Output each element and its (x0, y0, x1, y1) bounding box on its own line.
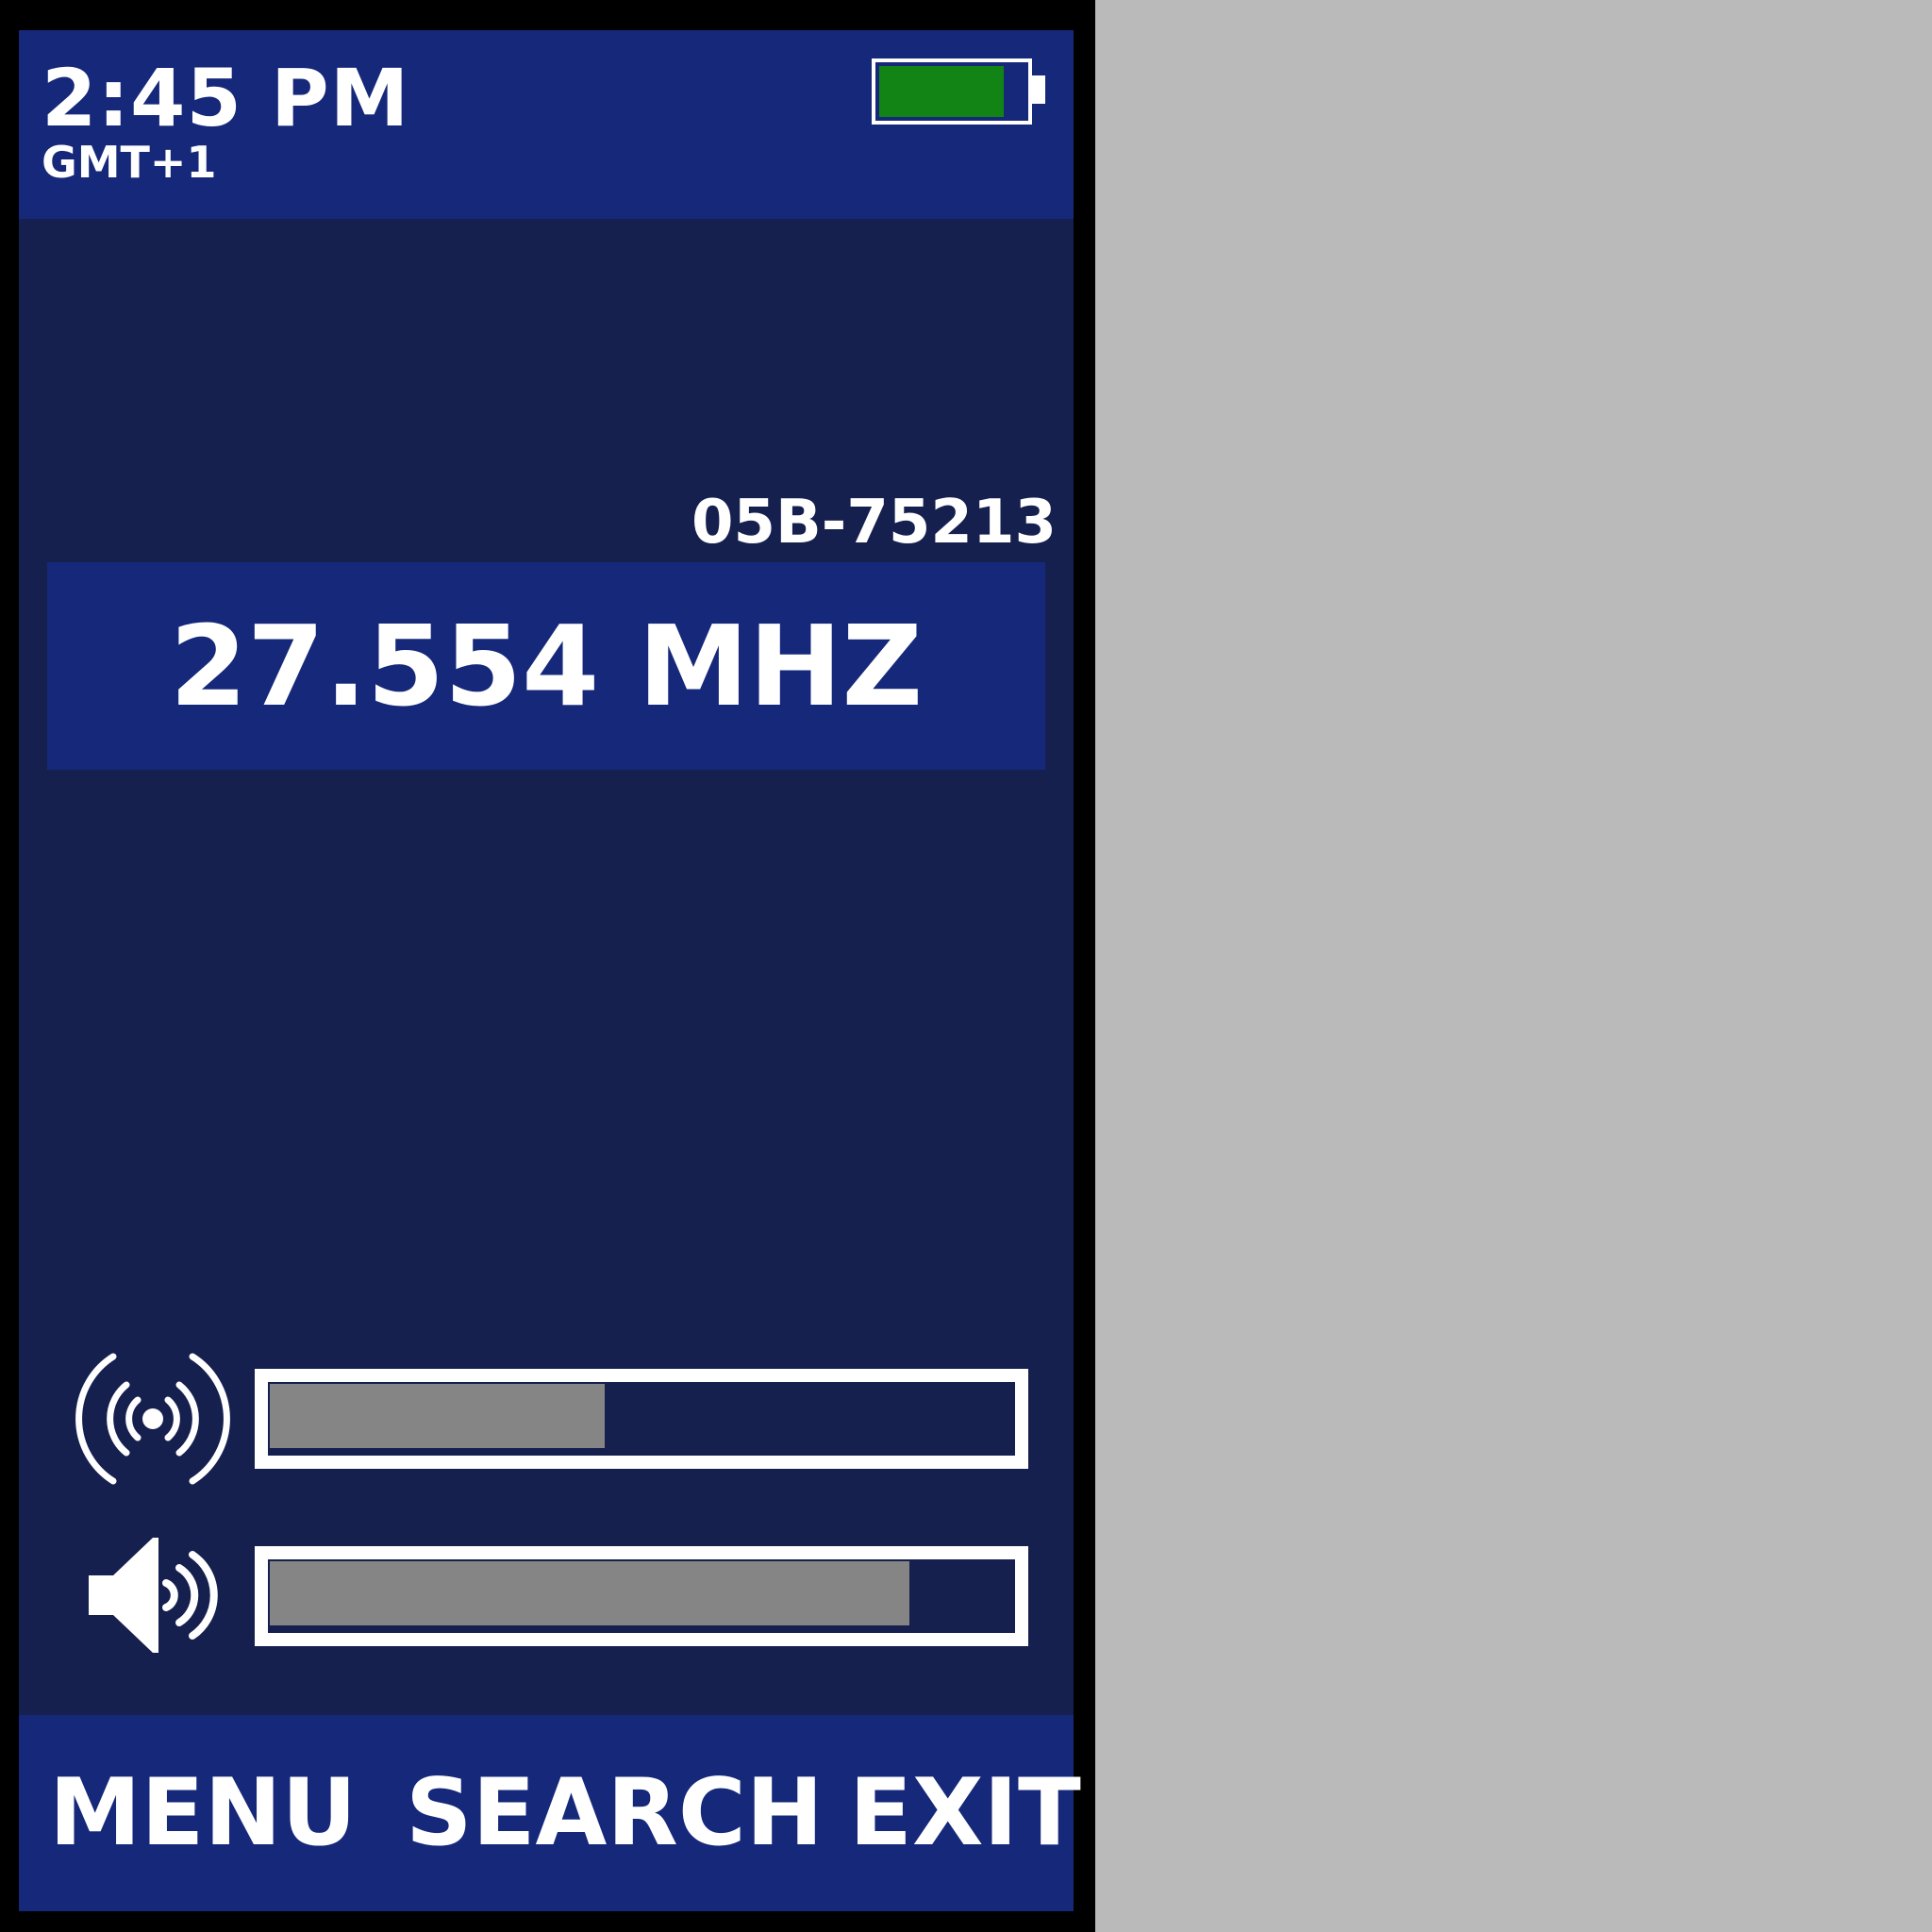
volume-meter[interactable] (255, 1546, 1028, 1646)
signal-icon (75, 1353, 230, 1485)
battery-level-fill (879, 66, 1004, 117)
menu-button[interactable]: MENU (49, 1715, 357, 1911)
frequency-display: 27.554 MHZ (47, 562, 1045, 770)
frequency-value: 27.554 MHZ (169, 601, 924, 731)
search-button[interactable]: SEARCH (406, 1715, 824, 1911)
timezone-label: GMT+1 (42, 137, 217, 188)
softkey-bar: MENU SEARCH EXIT (19, 1715, 1081, 1911)
battery-icon (872, 58, 1032, 125)
speaker-volume-icon (89, 1538, 218, 1653)
clock-time: 2:45 PM (42, 52, 410, 144)
signal-strength-fill (270, 1384, 605, 1448)
volume-level-fill (270, 1561, 909, 1625)
signal-strength-meter (255, 1369, 1028, 1469)
device-id: 05B-75213 (691, 488, 1057, 558)
exit-button[interactable]: EXIT (849, 1715, 1081, 1911)
battery-terminal (1032, 75, 1045, 104)
